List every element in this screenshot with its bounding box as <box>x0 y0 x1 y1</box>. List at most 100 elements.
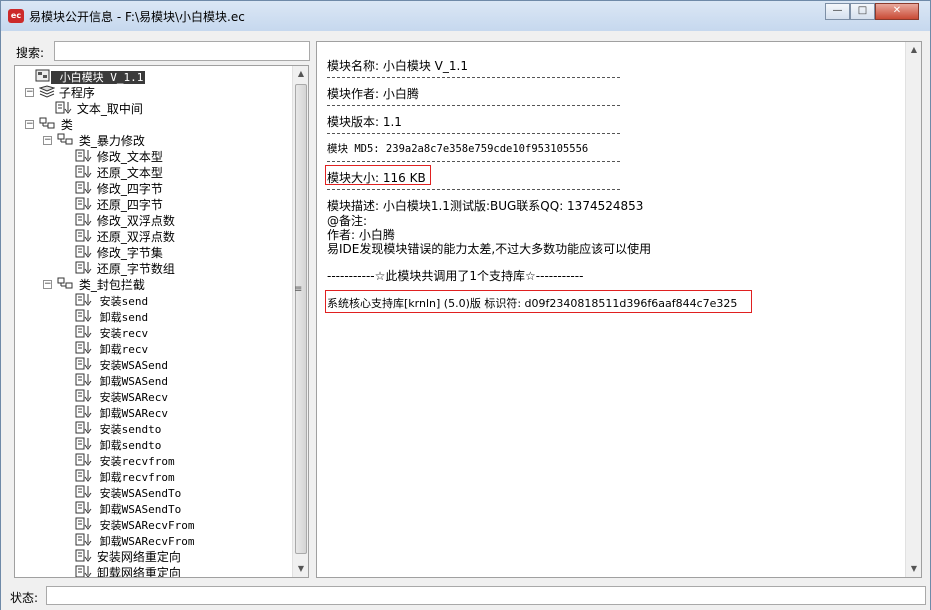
tree-method[interactable]: 安装WSARecvFrom <box>75 516 194 532</box>
module-info-panel: 模块名称: 小白模块 V_1.1 模块作者: 小白腾 模块版本: 1.1 模块 … <box>316 41 922 578</box>
tree-scrollbar[interactable]: ▲ ▼ <box>292 66 308 577</box>
status-field <box>46 586 926 605</box>
tree-method[interactable]: 安装WSARecv <box>75 388 168 404</box>
tree-method[interactable]: 卸载WSASendTo <box>75 500 181 516</box>
tree-item-label: 卸载WSASendTo <box>93 503 182 516</box>
separator <box>327 133 620 134</box>
tree-item-label: 还原_四字节 <box>93 198 163 212</box>
support-libs-header: -----------☆此模块共调用了1个支持库☆----------- <box>327 269 584 283</box>
main-window: ec 易模块公开信息 - F:\易模块\小白模块.ec — □ ✕ 搜索: 小白… <box>0 0 931 610</box>
class-icon <box>57 277 75 294</box>
tree-item-label: 卸载WSARecvFrom <box>93 535 195 548</box>
separator <box>327 189 620 190</box>
tree-item-label: 还原_双浮点数 <box>93 230 175 244</box>
tree-method[interactable]: 还原_四字节 <box>75 196 163 212</box>
collapse-toggle-icon[interactable]: − <box>25 88 34 97</box>
tree-item-label: 修改_字节集 <box>93 246 163 260</box>
tree-root[interactable]: 小白模块 V_1.1 <box>35 68 146 84</box>
tree-method[interactable]: 卸载WSARecv <box>75 404 168 420</box>
tree-item-label: 类_封包拦截 <box>75 278 145 292</box>
scroll-up-icon[interactable]: ▲ <box>293 66 308 82</box>
tree-method[interactable]: 卸载WSASend <box>75 372 168 388</box>
tree-method[interactable]: 安装sendto <box>75 420 161 436</box>
class-icon <box>57 133 75 150</box>
minimize-button[interactable]: — <box>825 3 850 20</box>
tree-item-label: 安装WSASend <box>93 359 168 372</box>
tree-method[interactable]: 卸载sendto <box>75 436 161 452</box>
tree-item-label: 还原_文本型 <box>93 166 163 180</box>
method-icon <box>75 565 93 577</box>
tree-item-label: 安装sendto <box>93 423 162 436</box>
tree-method[interactable]: 修改_双浮点数 <box>75 212 175 228</box>
tree-item-label: 安装WSASendTo <box>93 487 182 500</box>
tree-method[interactable]: 卸载recvfrom <box>75 468 175 484</box>
tree-item-label: 安装网络重定向 <box>93 550 181 564</box>
tree-method[interactable]: 安装网络重定向 <box>75 548 181 564</box>
tree-method[interactable]: 卸载WSARecvFrom <box>75 532 194 548</box>
scroll-up-icon[interactable]: ▲ <box>906 42 921 58</box>
maximize-button[interactable]: □ <box>850 3 875 20</box>
tree-method[interactable]: 修改_文本型 <box>75 148 163 164</box>
tree-item-label: 修改_双浮点数 <box>93 214 175 228</box>
scroll-down-icon[interactable]: ▼ <box>293 561 308 577</box>
tree-method[interactable]: 安装recv <box>75 324 148 340</box>
tree-item-label: 修改_四字节 <box>93 182 163 196</box>
tree-item-label: 安装WSARecv <box>93 391 168 404</box>
tree-method[interactable]: 安装WSASendTo <box>75 484 181 500</box>
close-button[interactable]: ✕ <box>875 3 919 20</box>
status-label: 状态: <box>10 591 39 605</box>
scroll-thumb[interactable] <box>295 84 307 554</box>
tree-method[interactable]: 还原_文本型 <box>75 164 163 180</box>
collapse-toggle-icon[interactable]: − <box>43 136 52 145</box>
window-title: 易模块公开信息 - F:\易模块\小白模块.ec <box>29 10 245 24</box>
tree-method[interactable]: 卸载recv <box>75 340 148 356</box>
info-scrollbar[interactable]: ▲ ▼ <box>905 42 921 577</box>
separator <box>327 77 620 78</box>
title-bar: ec 易模块公开信息 - F:\易模块\小白模块.ec — □ ✕ <box>1 1 930 31</box>
status-bar: 状态: <box>1 584 930 610</box>
tree-method[interactable]: 文本_取中间 <box>55 100 143 116</box>
tree-subprograms[interactable]: − 子程序 <box>25 84 95 102</box>
tree-item-label: 文本_取中间 <box>73 102 143 116</box>
module-size: 模块大小: 116 KB <box>327 171 426 185</box>
tree-item-label: 还原_字节数组 <box>93 262 175 276</box>
tree-item-label: 卸载send <box>93 311 149 324</box>
tree-item-label: 安装send <box>93 295 149 308</box>
separator <box>327 161 620 162</box>
tree-item-label: 安装WSARecvFrom <box>93 519 195 532</box>
module-description: 模块描述: 小白模块1.1测试版:BUG联系QQ: 1374524853 <box>327 199 644 213</box>
app-logo-icon: ec <box>8 9 24 23</box>
search-label: 搜索: <box>16 46 45 60</box>
tree-item-label: 卸载WSASend <box>93 375 168 388</box>
module-author: 模块作者: 小白腾 <box>327 87 419 101</box>
tree-method[interactable]: 安装recvfrom <box>75 452 175 468</box>
class-group-icon <box>39 117 57 134</box>
separator <box>327 105 620 106</box>
collapse-toggle-icon[interactable]: − <box>43 280 52 289</box>
module-version: 模块版本: 1.1 <box>327 115 402 129</box>
tree-class[interactable]: − 类_暴力修改 <box>43 132 145 150</box>
tree-method[interactable]: 卸载send <box>75 308 148 324</box>
subprogram-group-icon <box>38 85 56 102</box>
tree-item-label: 子程序 <box>55 86 95 100</box>
tree-method[interactable]: 还原_双浮点数 <box>75 228 175 244</box>
tree-class[interactable]: − 类_封包拦截 <box>43 276 145 294</box>
collapse-toggle-icon[interactable]: − <box>25 120 34 129</box>
tree-method[interactable]: 还原_字节数组 <box>75 260 175 276</box>
search-input[interactable] <box>54 41 310 61</box>
tree-method[interactable]: 安装send <box>75 292 148 308</box>
remark-text: 易IDE发现模块错误的能力太差,不过大多数功能应该可以使用 <box>327 242 652 256</box>
tree-method[interactable]: 修改_四字节 <box>75 180 163 196</box>
splitter-grip-icon[interactable]: ≡ <box>294 284 302 295</box>
tree-method[interactable]: 修改_字节集 <box>75 244 163 260</box>
scroll-down-icon[interactable]: ▼ <box>906 561 921 577</box>
tree-method[interactable]: 卸载网络重定向 <box>75 564 181 578</box>
tree-item-label: 卸载sendto <box>93 439 162 452</box>
tree-item-label: 卸载recvfrom <box>93 471 175 484</box>
tree-classes[interactable]: − 类 <box>25 116 73 134</box>
tree-method[interactable]: 安装WSASend <box>75 356 168 372</box>
tree-item-label: 卸载网络重定向 <box>93 566 181 578</box>
support-lib-entry: 系统核心支持库[krnln] (5.0)版 标识符: d09f234081851… <box>327 297 738 310</box>
tree-item-label: 卸载WSARecv <box>93 407 168 420</box>
module-tree[interactable]: 小白模块 V_1.1− 子程序 文本_取中间 − 类 − 类_暴力修改 修改_文本型… <box>14 65 309 578</box>
